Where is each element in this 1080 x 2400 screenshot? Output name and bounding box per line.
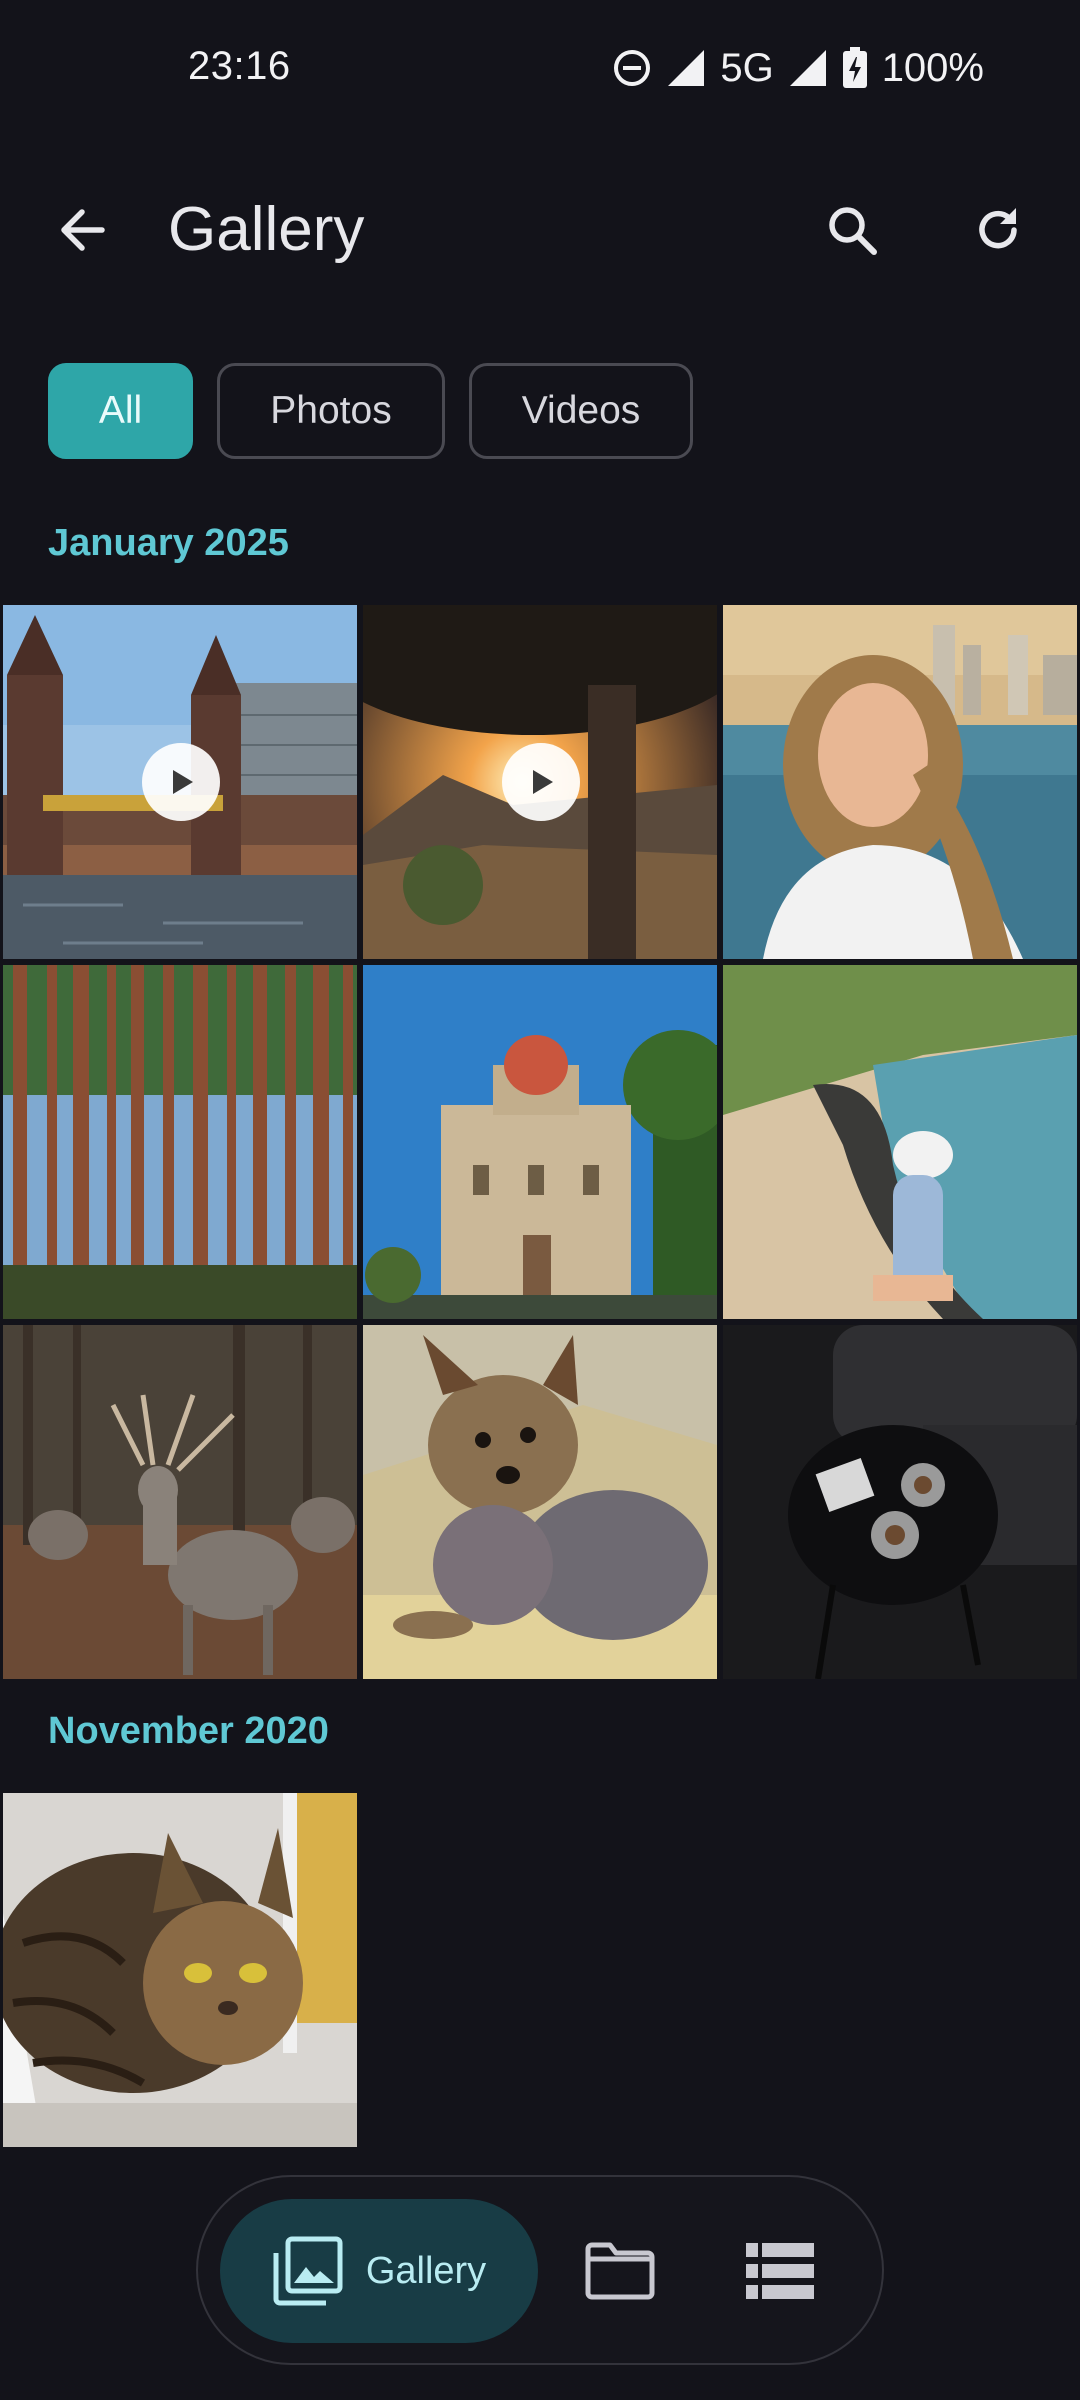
media-tile-cat[interactable] [3,1793,357,2147]
media-tile-selfie[interactable] [723,605,1077,959]
filter-chip-videos[interactable]: Videos [469,363,693,459]
refresh-button[interactable] [960,192,1036,268]
nav-item-gallery[interactable]: Gallery [220,2199,538,2343]
section-header-january-2025: January 2025 [48,522,289,564]
status-icons: 5G 100% [612,44,984,92]
thumbnail-coffee-table [723,1325,1077,1679]
play-button[interactable] [142,743,220,821]
search-icon [829,207,877,255]
section-header-november-2020: November 2020 [48,1710,329,1752]
status-bar: 23:16 5G 100% [0,0,1080,140]
filter-chip-all[interactable]: All [48,363,193,459]
battery-charging-icon [842,47,867,88]
thumbnail-church-red-dome [363,965,717,1319]
media-tile-bridge-video[interactable] [3,605,357,959]
play-icon [173,770,193,794]
search-button[interactable] [814,192,890,268]
media-grid-january-2025 [3,605,1079,1679]
thumbnail-tabby-cat [3,1793,357,2147]
list-icon [746,2243,814,2299]
status-time: 23:16 [188,44,291,88]
thumbnail-pine-forest [3,965,357,1319]
thumbnail-yorkshire-terrier [363,1325,717,1679]
refresh-icon [979,208,1017,249]
arrow-back-icon [61,209,105,251]
app-bar: Gallery [0,170,1080,290]
media-grid-november-2020 [3,1793,1079,2147]
media-tile-coast[interactable] [723,965,1077,1319]
media-tile-coffee-table[interactable] [723,1325,1077,1679]
media-tile-dog[interactable] [363,1325,717,1679]
media-tile-forest[interactable] [3,965,357,1319]
filter-chips: All Photos Videos [48,363,693,459]
signal-icon [789,50,826,86]
media-tile-deer[interactable] [3,1325,357,1679]
back-button[interactable] [44,192,120,268]
media-tile-sunset-video[interactable] [363,605,717,959]
network-type: 5G [720,45,774,90]
filter-chip-photos[interactable]: Photos [217,363,445,459]
nav-item-gallery-label: Gallery [365,2249,487,2292]
thumbnail-woman-selfie [723,605,1077,959]
photo-library-icon [273,2236,343,2306]
media-tile-church[interactable] [363,965,717,1319]
page-title: Gallery [168,195,365,264]
nav-item-list[interactable] [738,2233,822,2309]
thumbnail-woman-coast [723,965,1077,1319]
folder-icon [585,2242,655,2300]
signal-icon [668,50,705,86]
battery-percent: 100% [881,45,984,90]
thumbnail-deer-herd [3,1325,357,1679]
nav-item-folders[interactable] [578,2233,662,2309]
play-icon [533,770,553,794]
bottom-navigation: Gallery [196,2175,884,2365]
play-button[interactable] [502,743,580,821]
do-not-disturb-icon [614,50,651,86]
